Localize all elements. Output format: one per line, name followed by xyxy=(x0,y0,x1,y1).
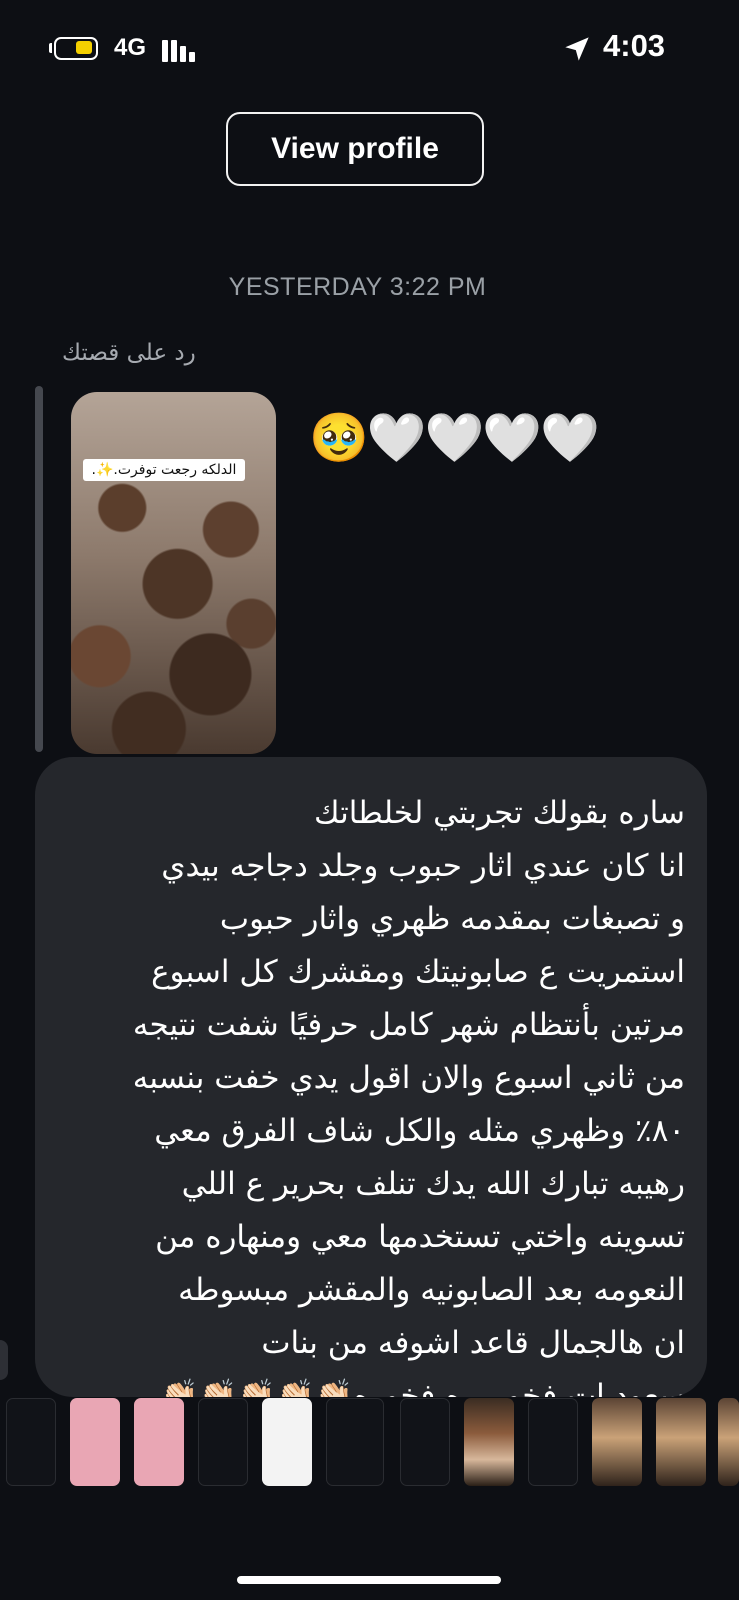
location-arrow-icon xyxy=(565,37,589,61)
home-indicator[interactable] xyxy=(237,1576,501,1584)
media-thumbnail[interactable] xyxy=(528,1398,578,1486)
media-thumbnail[interactable] xyxy=(464,1398,514,1486)
status-time: 4:03 xyxy=(603,28,666,63)
message-text: ساره بقولك تجربتي لخلطاتك انا كان عندي ا… xyxy=(132,795,685,1397)
status-bar: 4G 4:03 xyxy=(0,0,739,96)
scroll-edge xyxy=(0,1340,8,1380)
emoji-reply-message[interactable]: 🥹🤍🤍🤍🤍 xyxy=(309,414,600,462)
story-caption: الدلكه رجعت توفرت.✨. xyxy=(83,459,245,481)
signal-icon xyxy=(162,36,202,62)
battery-icon-cap xyxy=(49,43,52,53)
media-thumbnail[interactable] xyxy=(656,1398,706,1486)
battery-level xyxy=(76,41,92,54)
media-thumbnail[interactable] xyxy=(262,1398,312,1486)
media-thumbnail-strip xyxy=(0,1390,739,1490)
message-bubble[interactable]: ساره بقولك تجربتي لخلطاتك انا كان عندي ا… xyxy=(35,757,707,1397)
view-profile-button[interactable]: View profile xyxy=(226,112,484,186)
media-thumbnail[interactable] xyxy=(718,1398,739,1486)
media-thumbnail[interactable] xyxy=(400,1398,450,1486)
media-thumbnail[interactable] xyxy=(6,1398,56,1486)
message-timestamp: YESTERDAY 3:22 PM xyxy=(228,273,487,301)
network-type: 4G xyxy=(114,34,147,61)
media-thumbnail[interactable] xyxy=(326,1398,384,1486)
media-thumbnail[interactable] xyxy=(134,1398,184,1486)
media-thumbnail[interactable] xyxy=(198,1398,248,1486)
media-thumbnail[interactable] xyxy=(592,1398,642,1486)
battery-icon xyxy=(54,37,98,60)
story-thumbnail[interactable]: الدلكه رجعت توفرت.✨. xyxy=(71,392,276,754)
reply-indicator-bar xyxy=(35,386,43,752)
media-thumbnail[interactable] xyxy=(70,1398,120,1486)
story-reply-label: رد على قصتك xyxy=(62,340,196,366)
